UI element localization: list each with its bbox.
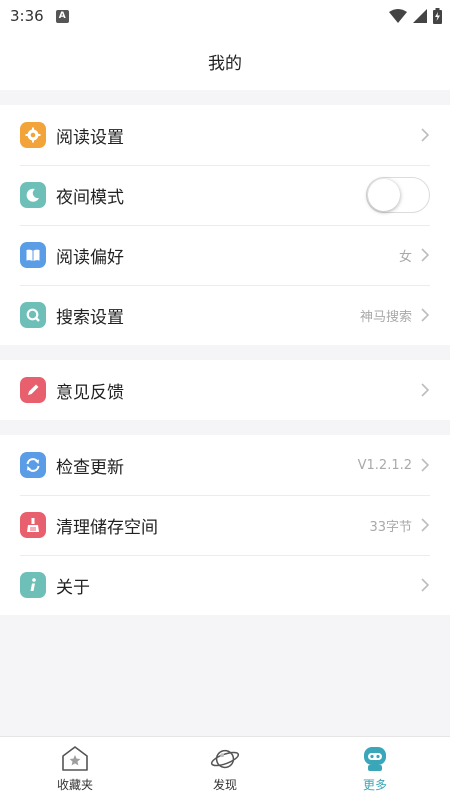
signal-icon	[413, 9, 427, 23]
nav-more[interactable]: 更多	[300, 737, 450, 800]
battery-icon	[433, 8, 442, 24]
chevron-right-icon	[421, 308, 430, 322]
planet-icon	[210, 744, 240, 774]
night-mode-toggle[interactable]	[366, 177, 430, 213]
pencil-icon	[20, 377, 46, 403]
row-about[interactable]: 关于	[0, 555, 450, 615]
row-label: 清理储存空间	[56, 517, 158, 538]
robot-icon	[360, 744, 390, 774]
chevron-right-icon	[421, 458, 430, 472]
row-value: 神马搜索	[359, 309, 412, 325]
row-label: 检查更新	[56, 457, 124, 478]
row-label: 关于	[56, 577, 90, 598]
nav-label: 更多	[362, 778, 387, 792]
status-indicators	[389, 8, 442, 24]
broom-icon	[20, 512, 46, 538]
nav-discover[interactable]: 发现	[150, 737, 300, 800]
bookmark-star-icon	[60, 744, 90, 774]
row-check-update[interactable]: 检查更新 V1.2.1.2	[0, 435, 450, 495]
row-clear-storage[interactable]: 清理储存空间 33字节	[0, 495, 450, 555]
row-label: 阅读偏好	[56, 247, 124, 268]
notification-icon: A	[55, 9, 69, 23]
refresh-icon	[20, 452, 46, 478]
row-reading-preference[interactable]: 阅读偏好 女	[0, 225, 450, 285]
bottom-nav: 收藏夹 发现 更多	[0, 736, 450, 800]
book-icon	[20, 242, 46, 268]
row-feedback[interactable]: 意见反馈	[0, 360, 450, 420]
chevron-right-icon	[421, 383, 430, 397]
settings-section-3: 检查更新 V1.2.1.2 清理储存空间 33字节 关于	[0, 435, 450, 615]
row-label: 阅读设置	[56, 127, 124, 148]
row-label: 搜索设置	[56, 307, 124, 328]
settings-section-2: 意见反馈	[0, 360, 450, 420]
chevron-right-icon	[421, 578, 430, 592]
row-label: 夜间模式	[56, 187, 124, 208]
section-gap	[0, 90, 450, 105]
settings-section-1: 阅读设置 夜间模式 阅读偏好 女 搜索设置 神马搜索	[0, 105, 450, 345]
info-icon	[20, 572, 46, 598]
row-label: 意见反馈	[56, 382, 124, 403]
chevron-right-icon	[421, 128, 430, 142]
row-reading-settings[interactable]: 阅读设置	[0, 105, 450, 165]
wifi-icon	[389, 9, 407, 23]
row-night-mode: 夜间模式	[0, 165, 450, 225]
moon-icon	[20, 182, 46, 208]
nav-label: 收藏夹	[56, 778, 93, 792]
row-search-settings[interactable]: 搜索设置 神马搜索	[0, 285, 450, 345]
nav-favorites[interactable]: 收藏夹	[0, 737, 150, 800]
row-value: V1.2.1.2	[357, 457, 412, 473]
chevron-right-icon	[421, 248, 430, 262]
row-value: 33字节	[369, 519, 412, 535]
search-icon	[20, 302, 46, 328]
status-bar: 3:36 A	[0, 0, 450, 32]
gear-icon	[20, 122, 46, 148]
chevron-right-icon	[421, 518, 430, 532]
nav-label: 发现	[212, 778, 237, 792]
page-title: 我的	[208, 53, 242, 74]
header: 我的	[0, 32, 450, 90]
status-time: 3:36	[10, 7, 44, 25]
row-value: 女	[398, 249, 412, 265]
toggle-knob	[368, 179, 400, 211]
